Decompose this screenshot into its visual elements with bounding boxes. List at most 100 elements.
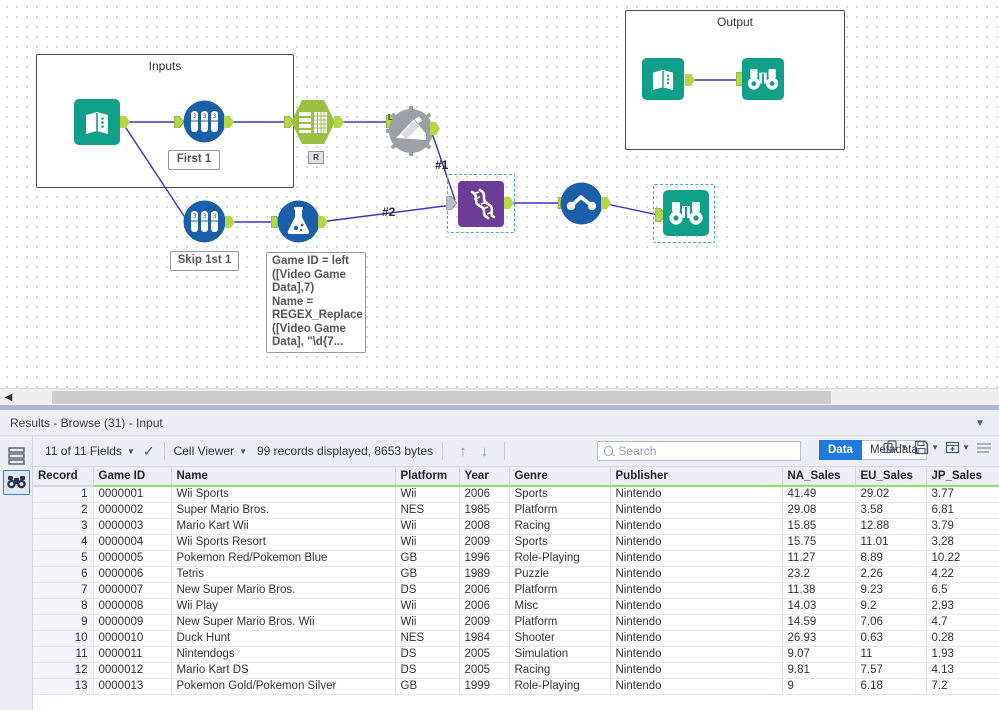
search-input[interactable] (618, 444, 794, 458)
cell-record[interactable]: 10 (33, 630, 94, 647)
fields-selector[interactable]: 11 of 11 Fields ▼ (45, 444, 135, 458)
cell-na-sales[interactable]: 41.49 (782, 486, 856, 503)
save-button[interactable]: ▼ (911, 440, 942, 455)
port-out-union-1[interactable] (504, 197, 514, 209)
cell-jp-sales[interactable]: 7.2 (926, 678, 999, 695)
cell-platform[interactable]: GB (395, 566, 460, 583)
cell-na-sales[interactable]: 9.81 (782, 662, 856, 679)
cell-name[interactable]: Tetris (171, 566, 396, 583)
table-row[interactable]: 12 0000012 Mario Kart DS DS 2005 Racing Ninten… (33, 662, 999, 679)
cell-record[interactable]: 9 (33, 614, 94, 631)
cell-genre[interactable]: Platform (509, 614, 611, 631)
chevron-down-icon[interactable]: ▼ (931, 443, 939, 452)
cell-publisher[interactable]: Nintendo (610, 582, 783, 599)
cell-publisher[interactable]: Nintendo (610, 534, 783, 551)
cell-game-id[interactable]: 0000012 (93, 662, 172, 679)
cell-genre[interactable]: Platform (509, 502, 611, 519)
scroll-down-icon[interactable]: ↓ (481, 443, 489, 460)
cell-name[interactable]: Pokemon Red/Pokemon Blue (171, 550, 396, 567)
cell-name[interactable]: Duck Hunt (171, 630, 396, 647)
search-box[interactable] (597, 441, 801, 461)
tool-join-1[interactable] (386, 106, 436, 159)
cell-platform[interactable]: Wii (395, 486, 460, 503)
cell-platform[interactable]: Wii (395, 534, 460, 551)
cell-platform[interactable]: GB (395, 550, 460, 567)
cell-name[interactable]: Mario Kart DS (171, 662, 396, 679)
cell-publisher[interactable]: Nintendo (610, 486, 783, 503)
cell-game-id[interactable]: 0000011 (93, 646, 172, 663)
cell-platform[interactable]: NES (395, 502, 460, 519)
cell-jp-sales[interactable]: 3.28 (926, 534, 999, 551)
cell-game-id[interactable]: 0000004 (93, 534, 172, 551)
cell-year[interactable]: 1989 (459, 566, 510, 583)
cell-record[interactable]: 7 (33, 582, 94, 599)
tool-browse-1[interactable] (663, 190, 709, 239)
cell-eu-sales[interactable]: 9.2 (855, 598, 927, 615)
cell-game-id[interactable]: 0000002 (93, 502, 172, 519)
port-out-sort-1[interactable] (601, 197, 611, 209)
cell-game-id[interactable]: 0000013 (93, 678, 172, 695)
table-row[interactable]: 7 0000007 New Super Mario Bros. DS 2006 Platf… (33, 582, 999, 599)
cell-year[interactable]: 2006 (459, 582, 510, 599)
port-out-select-1[interactable] (334, 116, 344, 128)
cell-na-sales[interactable]: 14.03 (782, 598, 856, 615)
cell-publisher[interactable]: Nintendo (610, 630, 783, 647)
column-header-eu-sales[interactable]: EU_Sales (855, 467, 927, 487)
cell-eu-sales[interactable]: 9.23 (855, 582, 927, 599)
cell-eu-sales[interactable]: 2.26 (855, 566, 927, 583)
cell-publisher[interactable]: Nintendo (610, 614, 783, 631)
cell-game-id[interactable]: 0000006 (93, 566, 172, 583)
cell-jp-sales[interactable]: 2.93 (926, 598, 999, 615)
cell-na-sales[interactable]: 11.27 (782, 550, 856, 567)
copy-button[interactable]: ▼ (880, 440, 911, 455)
cell-game-id[interactable]: 0000001 (93, 486, 172, 503)
cell-genre[interactable]: Racing (509, 662, 611, 679)
cell-game-id[interactable]: 0000003 (93, 518, 172, 535)
cell-name[interactable]: Wii Sports (171, 486, 396, 503)
cell-na-sales[interactable]: 11.38 (782, 582, 856, 599)
table-row[interactable]: 3 0000003 Mario Kart Wii Wii 2008 Racing Ninte… (33, 518, 999, 535)
chevron-down-icon[interactable]: ▼ (900, 443, 908, 452)
cell-name[interactable]: Wii Sports Resort (171, 534, 396, 551)
table-row[interactable]: 6 0000006 Tetris GB 1989 Puzzle Nintendo 23.2 2.… (33, 566, 999, 583)
cell-publisher[interactable]: Nintendo (610, 518, 783, 535)
cell-platform[interactable]: DS (395, 662, 460, 679)
cell-jp-sales[interactable]: 6.81 (926, 502, 999, 519)
cell-name[interactable]: Nintendogs (171, 646, 396, 663)
tool-sample-2[interactable]: 333 (183, 200, 226, 246)
column-header-game-id[interactable]: Game ID (93, 467, 172, 487)
column-header-genre[interactable]: Genre (509, 467, 611, 487)
tool-formula-1[interactable] (277, 200, 320, 246)
table-row[interactable]: 5 0000005 Pokemon Red/Pokemon Blue GB 1996 Ro… (33, 550, 999, 567)
scroll-left-icon[interactable]: ◀ (0, 389, 17, 406)
table-row[interactable]: 8 0000008 Wii Play Wii 2006 Misc Nintendo 14.03… (33, 598, 999, 615)
cell-record[interactable]: 6 (33, 566, 94, 583)
cell-platform[interactable]: DS (395, 582, 460, 599)
cell-eu-sales[interactable]: 6.18 (855, 678, 927, 695)
cell-eu-sales[interactable]: 7.06 (855, 614, 927, 631)
cell-name[interactable]: Wii Play (171, 598, 396, 615)
cell-genre[interactable]: Misc (509, 598, 611, 615)
cell-eu-sales[interactable]: 12.88 (855, 518, 927, 535)
cell-eu-sales[interactable]: 29.02 (855, 486, 927, 503)
cell-platform[interactable]: DS (395, 646, 460, 663)
cell-year[interactable]: 2005 (459, 662, 510, 679)
cell-genre[interactable]: Role-Playing (509, 550, 611, 567)
port-out-sample-2[interactable] (225, 216, 235, 228)
cell-jp-sales[interactable]: 3.79 (926, 518, 999, 535)
cell-record[interactable]: 4 (33, 534, 94, 551)
cell-record[interactable]: 3 (33, 518, 94, 535)
cell-year[interactable]: 1985 (459, 502, 510, 519)
chevron-down-icon[interactable]: ▼ (973, 416, 987, 430)
cell-genre[interactable]: Role-Playing (509, 678, 611, 695)
cell-genre[interactable]: Sports (509, 534, 611, 551)
cell-name[interactable]: Mario Kart Wii (171, 518, 396, 535)
cell-year[interactable]: 2009 (459, 534, 510, 551)
table-row[interactable]: 9 0000009 New Super Mario Bros. Wii Wii 2009… (33, 614, 999, 631)
cell-publisher[interactable]: Nintendo (610, 678, 783, 695)
cell-record[interactable]: 13 (33, 678, 94, 695)
chevron-down-icon[interactable]: ▼ (962, 443, 970, 452)
cell-publisher[interactable]: Nintendo (610, 598, 783, 615)
cell-na-sales[interactable]: 14.59 (782, 614, 856, 631)
cell-year[interactable]: 2009 (459, 614, 510, 631)
